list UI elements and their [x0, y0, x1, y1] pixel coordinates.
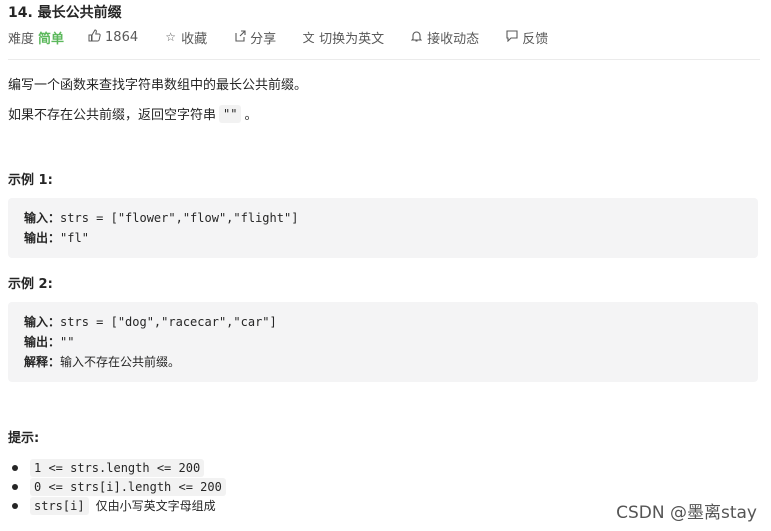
- favorite-label: 收藏: [181, 31, 208, 47]
- difficulty-badge: 简单: [38, 31, 65, 47]
- input-label: 输入：: [24, 315, 61, 329]
- list-item: 0 <= strs[i].length <= 200: [12, 477, 229, 496]
- example-2-box: 输入：strs = ["dog","racecar","car"] 输出："" …: [8, 302, 758, 382]
- switch-language-label: 切换为英文: [319, 31, 385, 47]
- output-value: "fl": [60, 231, 89, 245]
- explanation-label: 解释：: [24, 355, 61, 369]
- list-item: strs[i] 仅由小写英文字母组成: [12, 496, 229, 515]
- like-count: 1864: [105, 29, 139, 45]
- notify-button[interactable]: 接收动态: [410, 28, 479, 47]
- problem-meta-bar: 难度 简单 1864 ☆ 收藏 分享 文 切换为英文 接收动态 反馈: [8, 28, 574, 47]
- input-value: strs = ["dog","racecar","car"]: [60, 315, 277, 329]
- difficulty-label: 难度: [8, 31, 35, 47]
- description-line-2: 如果不存在公共前缀，返回空字符串 "" 。: [8, 104, 257, 123]
- hint-code: 0 <= strs[i].length <= 200: [30, 477, 226, 496]
- bullet: [12, 464, 18, 471]
- feedback-label: 反馈: [522, 31, 549, 47]
- example-2-label: 示例 2:: [8, 277, 53, 292]
- share-icon: [233, 29, 246, 45]
- hints-label: 提示:: [8, 431, 40, 446]
- hint-code: strs[i]: [30, 496, 89, 515]
- example-1-output: 输出："fl": [24, 228, 742, 248]
- list-item: 1 <= strs.length <= 200: [12, 458, 229, 477]
- thumbs-up-icon: [88, 29, 101, 45]
- watermark: CSDN @墨离stay: [616, 503, 757, 523]
- star-icon: ☆: [165, 30, 176, 44]
- bullet: [12, 502, 18, 509]
- hint-text: 仅由小写英文字母组成: [95, 499, 216, 513]
- favorite-button[interactable]: ☆ 收藏: [164, 28, 207, 47]
- input-label: 输入：: [24, 211, 61, 225]
- example-1-box: 输入：strs = ["flower","flow","flight"] 输出：…: [8, 198, 758, 258]
- example-2-output: 输出："": [24, 332, 742, 352]
- like-button[interactable]: 1864: [88, 29, 138, 45]
- input-value: strs = ["flower","flow","flight"]: [60, 211, 299, 225]
- output-value: "": [60, 335, 75, 349]
- problem-title: 14. 最长公共前缀: [8, 5, 122, 21]
- bullet: [12, 483, 18, 490]
- divider: [8, 59, 760, 60]
- example-2-explanation: 解释：输入不存在公共前缀。: [24, 352, 742, 372]
- feedback-icon: [505, 29, 518, 45]
- share-button[interactable]: 分享: [233, 28, 276, 47]
- switch-language-button[interactable]: 文 切换为英文: [302, 28, 385, 47]
- bell-icon: [410, 30, 423, 45]
- translate-icon: 文: [302, 30, 315, 45]
- explanation-value: 输入不存在公共前缀。: [60, 355, 181, 369]
- output-label: 输出：: [24, 231, 61, 245]
- share-label: 分享: [250, 31, 277, 47]
- example-2-input: 输入：strs = ["dog","racecar","car"]: [24, 312, 742, 332]
- feedback-button[interactable]: 反馈: [505, 28, 548, 47]
- empty-string-code: "": [219, 104, 242, 123]
- example-1-label: 示例 1:: [8, 173, 53, 188]
- notify-label: 接收动态: [427, 31, 480, 47]
- description-line-2-text: 如果不存在公共前缀，返回空字符串: [8, 108, 217, 123]
- description-line-2-suffix: 。: [244, 108, 258, 123]
- description-line-1: 编写一个函数来查找字符串数组中的最长公共前缀。: [8, 78, 308, 93]
- hint-code: 1 <= strs.length <= 200: [30, 458, 205, 477]
- output-label: 输出：: [24, 335, 61, 349]
- hints-list: 1 <= strs.length <= 200 0 <= strs[i].len…: [12, 458, 229, 515]
- example-1-input: 输入：strs = ["flower","flow","flight"]: [24, 208, 742, 228]
